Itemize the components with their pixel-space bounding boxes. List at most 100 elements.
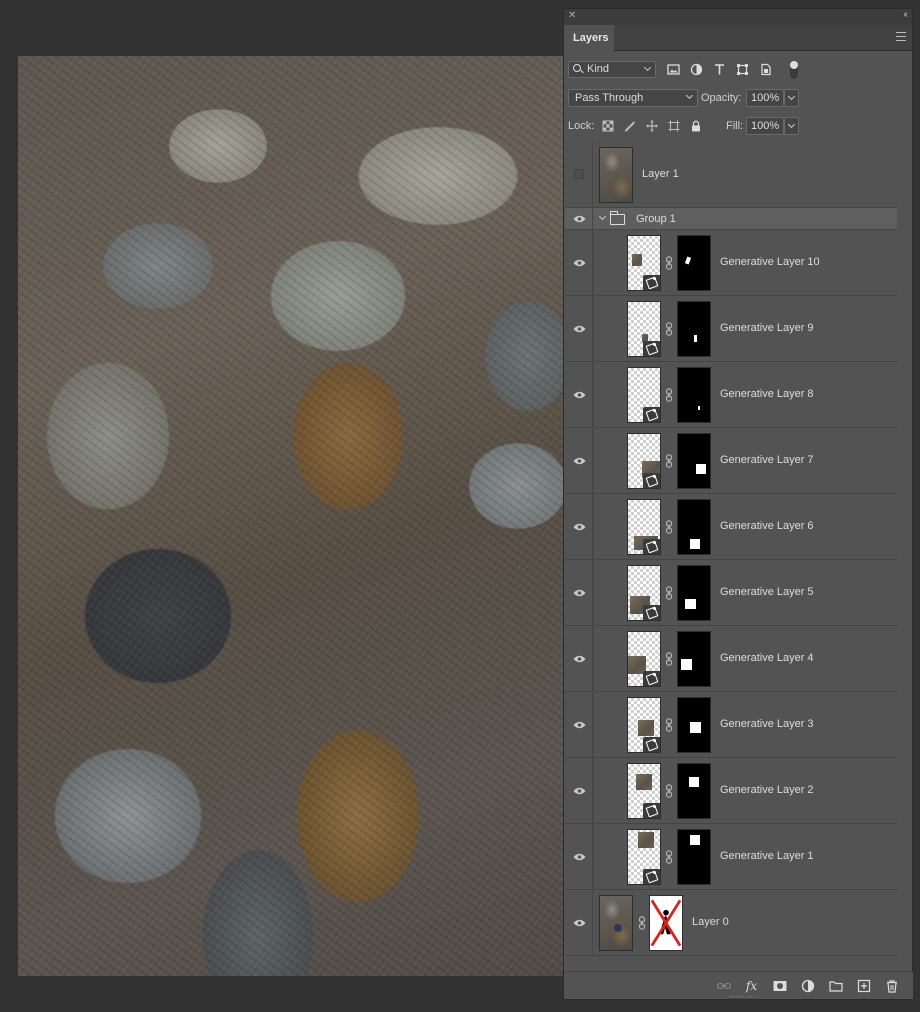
layer-mask-thumbnail[interactable] <box>649 895 683 951</box>
shape-filter-icon[interactable] <box>735 63 749 77</box>
link-icon[interactable] <box>665 256 673 270</box>
tab-layers[interactable]: Layers <box>564 25 614 51</box>
layer-row-generative-6[interactable]: Generative Layer 6 <box>565 494 897 560</box>
new-group-icon[interactable] <box>828 978 843 993</box>
close-icon[interactable]: ✕ <box>568 10 576 21</box>
link-icon[interactable] <box>665 586 673 600</box>
link-icon[interactable] <box>665 850 673 864</box>
visibility-column <box>565 692 593 757</box>
pixel-filter-icon[interactable] <box>666 63 680 77</box>
eye-icon[interactable] <box>573 215 586 223</box>
generative-badge-icon <box>643 605 660 620</box>
eye-icon[interactable] <box>573 325 586 333</box>
layer-row-generative-9[interactable]: Generative Layer 9 <box>565 296 897 362</box>
lock-transparent-pixels-icon[interactable] <box>601 119 615 133</box>
link-icon[interactable] <box>638 916 646 930</box>
eye-icon[interactable] <box>573 523 586 531</box>
fill-dropdown[interactable] <box>784 117 799 135</box>
layer-mask-thumbnail[interactable] <box>677 499 711 555</box>
layer-row-group-1[interactable]: Group 1 <box>565 208 897 230</box>
layer-row-layer-1[interactable]: Layer 1 <box>565 142 897 208</box>
layer-row-generative-4[interactable]: Generative Layer 4 <box>565 626 897 692</box>
generative-badge-icon <box>643 407 660 422</box>
eye-icon[interactable] <box>573 457 586 465</box>
layer-mask-thumbnail[interactable] <box>677 301 711 357</box>
generated-patch <box>638 832 654 848</box>
opacity-label: Opacity: <box>701 92 742 104</box>
eye-icon[interactable] <box>573 589 586 597</box>
link-icon[interactable] <box>665 652 673 666</box>
visibility-column <box>565 230 593 295</box>
layer-mask-thumbnail[interactable] <box>677 433 711 489</box>
group-indent <box>593 758 594 823</box>
layer-row-generative-10[interactable]: Generative Layer 10 <box>565 230 897 296</box>
layer-row-generative-7[interactable]: Generative Layer 7 <box>565 428 897 494</box>
panel-menu-icon[interactable] <box>896 32 906 41</box>
add-mask-icon[interactable] <box>772 978 787 993</box>
visibility-column <box>565 494 593 559</box>
adjustment-filter-icon[interactable] <box>689 63 703 77</box>
layer-row-generative-5[interactable]: Generative Layer 5 <box>565 560 897 626</box>
eye-icon[interactable] <box>573 787 586 795</box>
filter-toggle-switch[interactable] <box>790 61 798 79</box>
group-indent <box>593 428 594 493</box>
fill-input[interactable]: 100% <box>746 117 784 135</box>
visibility-column <box>565 890 593 955</box>
layer-row-layer-0[interactable]: Layer 0 <box>565 890 897 956</box>
layer-thumbnail <box>627 235 661 291</box>
lock-position-icon[interactable] <box>645 119 659 133</box>
link-icon[interactable] <box>665 454 673 468</box>
visibility-toggle-off[interactable] <box>574 169 584 179</box>
link-layers-icon[interactable] <box>716 978 731 993</box>
layer-thumbnail <box>627 829 661 885</box>
chevron-down-icon[interactable] <box>598 212 607 221</box>
opacity-input[interactable]: 100% <box>746 89 784 107</box>
link-icon[interactable] <box>665 322 673 336</box>
eye-icon[interactable] <box>573 391 586 399</box>
layer-row-generative-3[interactable]: Generative Layer 3 <box>565 692 897 758</box>
adjustment-layer-icon[interactable] <box>800 978 815 993</box>
lock-all-icon[interactable] <box>689 119 703 133</box>
generative-badge-icon <box>643 275 660 290</box>
opacity-dropdown[interactable] <box>784 89 799 107</box>
panel-resize-grip[interactable] <box>730 996 754 997</box>
layer-thumbnail <box>627 433 661 489</box>
lock-row: Lock: Fill: 100% <box>568 117 910 135</box>
layer-mask-thumbnail[interactable] <box>677 763 711 819</box>
layer-mask-thumbnail[interactable] <box>677 829 711 885</box>
fx-icon[interactable]: fx <box>744 978 759 993</box>
eye-icon[interactable] <box>573 655 586 663</box>
layer-row-generative-8[interactable]: Generative Layer 8 <box>565 362 897 428</box>
eye-icon[interactable] <box>573 259 586 267</box>
layer-mask-thumbnail[interactable] <box>677 235 711 291</box>
link-icon[interactable] <box>665 784 673 798</box>
type-filter-icon[interactable] <box>712 63 726 77</box>
eye-icon[interactable] <box>573 853 586 861</box>
link-icon[interactable] <box>665 718 673 732</box>
smart-object-filter-icon[interactable] <box>758 63 772 77</box>
eye-icon[interactable] <box>573 721 586 729</box>
lock-artboard-icon[interactable] <box>667 119 681 133</box>
document-canvas[interactable] <box>18 56 564 976</box>
filter-kind-select[interactable]: Kind <box>568 61 656 78</box>
layer-row-generative-2[interactable]: Generative Layer 2 <box>565 758 897 824</box>
chevron-down-icon <box>685 91 694 100</box>
layer-mask-thumbnail[interactable] <box>677 367 711 423</box>
eye-icon[interactable] <box>573 919 586 927</box>
delete-icon[interactable] <box>884 978 899 993</box>
mask-selection <box>696 464 706 474</box>
link-icon[interactable] <box>665 520 673 534</box>
layer-mask-thumbnail[interactable] <box>677 565 711 621</box>
group-indent <box>593 494 594 559</box>
link-icon[interactable] <box>665 388 673 402</box>
visibility-column <box>565 362 593 427</box>
layer-mask-thumbnail[interactable] <box>677 697 711 753</box>
visibility-column <box>565 560 593 625</box>
visibility-column <box>565 824 593 889</box>
layer-mask-thumbnail[interactable] <box>677 631 711 687</box>
layer-row-generative-1[interactable]: Generative Layer 1 <box>565 824 897 890</box>
lock-image-pixels-icon[interactable] <box>623 119 637 133</box>
new-layer-icon[interactable] <box>856 978 871 993</box>
blend-mode-select[interactable]: Pass Through <box>568 89 698 107</box>
collapse-panel-icon[interactable]: ‹‹ <box>903 9 907 20</box>
